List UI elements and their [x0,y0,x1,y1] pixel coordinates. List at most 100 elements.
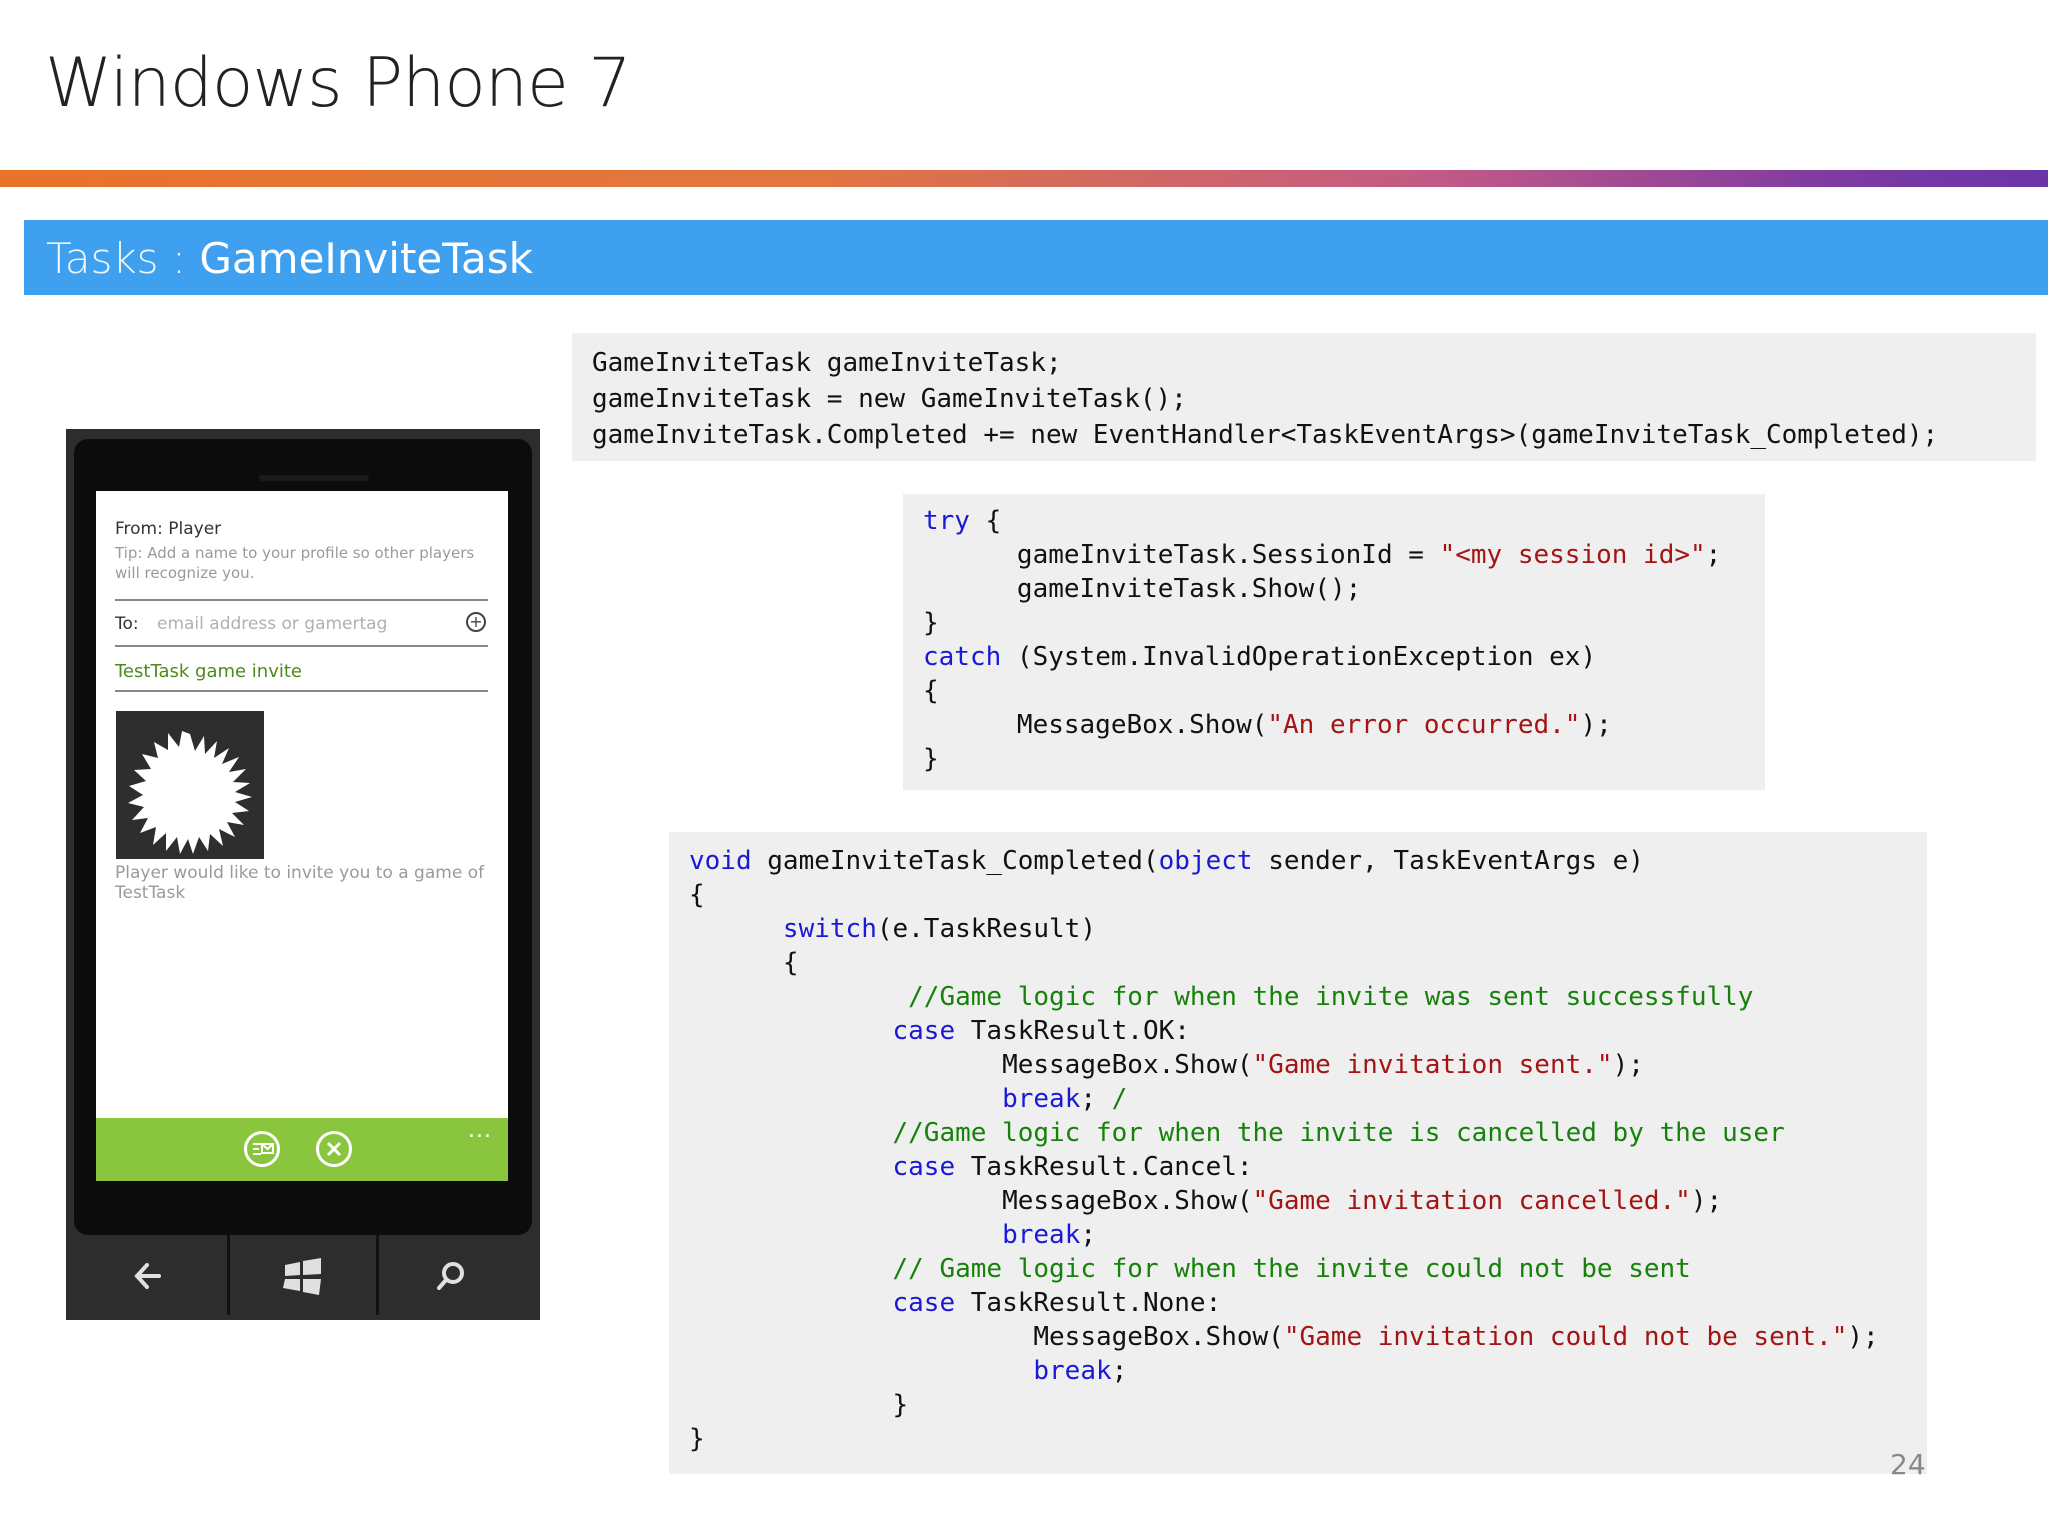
code-token: //Game logic for when the invite is canc… [892,1118,1785,1148]
code-line: gameInviteTask.SessionId = "<my session … [923,538,1745,572]
code-token: // Game logic for when the invite could … [892,1254,1691,1284]
code-token: //Game logic for when the invite was sen… [908,982,1754,1012]
code-block-declaration: GameInviteTask gameInviteTask; gameInvite… [572,333,2036,461]
code-line: MessageBox.Show("Game invitation cancell… [689,1184,1907,1218]
add-recipient-icon[interactable]: + [466,612,486,632]
code-line: } [689,1388,1907,1422]
code-line: case TaskResult.None: [689,1286,1907,1320]
subject-field[interactable]: TestTask game invite [115,661,302,682]
code-token: object [1158,846,1253,876]
code-token: case [892,1288,956,1318]
code-line: //Game logic for when the invite is canc… [689,1116,1907,1150]
code-token: "Game invitation cancelled." [1252,1186,1691,1216]
divider [115,690,488,692]
code-line: break; / [689,1082,1907,1116]
code-token: try [923,506,970,536]
code-line: case TaskResult.Cancel: [689,1150,1907,1184]
send-icon[interactable] [244,1131,280,1167]
code-token: MessageBox.Show( [689,1186,1253,1216]
code-token: MessageBox.Show( [923,710,1268,740]
code-token: ); [1690,1186,1723,1216]
code-token: MessageBox.Show( [689,1322,1284,1352]
title-divider [0,170,2048,187]
code-token: gameInviteTask.SessionId = [923,540,1440,570]
more-icon[interactable]: ... [468,1118,492,1143]
code-line: break; [689,1218,1907,1252]
code-token: { [689,880,705,910]
code-token: { [923,676,939,706]
code-line: { [689,878,1907,912]
section-prefix: Tasks : [46,234,200,283]
back-icon[interactable] [76,1245,222,1307]
page-number: 24 [1890,1448,1926,1481]
tip-text: Tip: Add a name to your profile so other… [115,544,475,582]
code-line: { [689,946,1907,980]
code-token: MessageBox.Show( [689,1050,1253,1080]
to-label: To: [115,614,139,634]
code-line: gameInviteTask.Completed += new EventHan… [592,417,2016,453]
code-line: case TaskResult.OK: [689,1014,1907,1048]
code-token: / [1111,1084,1128,1114]
code-token: ; [1705,540,1722,570]
code-token: } [923,744,939,774]
code-line: MessageBox.Show("Game invitation could n… [689,1320,1907,1354]
divider [115,645,488,647]
code-token: { [689,948,799,978]
code-token: (e.TaskResult) [876,914,1096,944]
code-line: gameInviteTask = new GameInviteTask(); [592,381,2016,417]
cancel-icon[interactable] [316,1131,352,1167]
windows-icon[interactable] [229,1245,375,1307]
code-token: gameInviteTask = new GameInviteTask(); [592,384,1187,414]
code-token: TaskResult.Cancel: [955,1152,1253,1182]
app-bar: ... [96,1118,508,1181]
code-line: catch (System.InvalidOperationException … [923,640,1745,674]
code-token: { [969,506,1002,536]
code-token: } [689,1424,705,1454]
code-token: void [689,846,752,876]
code-token: ); [1580,710,1612,740]
code-line: try { [923,504,1745,538]
code-line: } [689,1422,1907,1456]
code-token: ; [1080,1084,1112,1114]
code-line: { [923,674,1745,708]
code-line: gameInviteTask.Show(); [923,572,1745,606]
code-token: GameInviteTask gameInviteTask; [592,348,1062,378]
code-token: TaskResult.OK: [955,1016,1190,1046]
code-token: TaskResult.None: [955,1288,1222,1318]
code-token: } [923,608,939,638]
divider [115,599,488,601]
code-line: void gameInviteTask_Completed(object sen… [689,844,1907,878]
phone-screen: From: Player Tip: Add a name to your pro… [96,491,508,1181]
code-token: gameInviteTask.Show(); [923,574,1362,604]
from-label: From: Player [115,519,222,539]
code-token: (System.InvalidOperationException ex) [1001,642,1597,672]
to-input[interactable]: email address or gamertag [157,614,387,634]
starburst-icon [128,731,252,854]
section-header: Tasks : GameInviteTask [24,220,2048,295]
code-line: MessageBox.Show("An error occurred."); [923,708,1745,742]
code-token: break [1002,1220,1081,1250]
code-token: break [1002,1084,1081,1114]
game-image [116,711,264,859]
code-token: catch [923,642,1002,672]
code-line: GameInviteTask gameInviteTask; [592,345,2016,381]
code-token: case [892,1016,956,1046]
code-token: ; [1080,1220,1097,1250]
code-line: MessageBox.Show("Game invitation sent.")… [689,1048,1907,1082]
code-token: case [892,1152,956,1182]
search-icon[interactable] [378,1245,524,1307]
page-title: Windows Phone 7 [45,44,632,123]
code-line: break; [689,1354,1907,1388]
code-line: // Game logic for when the invite could … [689,1252,1907,1286]
code-token: } [689,1390,909,1420]
code-block-try-catch: try { gameInviteTask.SessionId = "<my se… [903,494,1765,790]
code-token: "Game invitation sent." [1252,1050,1613,1080]
code-block-completed-handler: void gameInviteTask_Completed(object sen… [669,832,1927,1474]
